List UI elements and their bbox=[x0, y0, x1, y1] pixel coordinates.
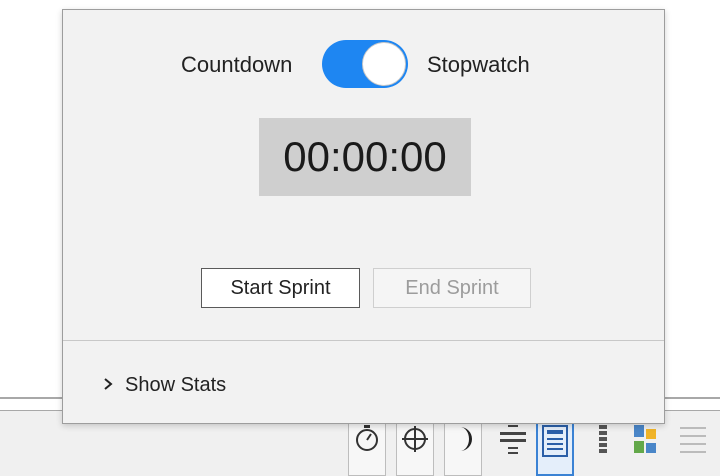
timer-display: 00:00:00 bbox=[259, 118, 471, 196]
countdown-label: Countdown bbox=[181, 52, 293, 77]
show-stats-label: Show Stats bbox=[125, 373, 227, 396]
section-divider bbox=[63, 340, 664, 341]
moon-icon[interactable] bbox=[444, 418, 482, 476]
page-layout-icon[interactable] bbox=[536, 418, 574, 476]
start-sprint-button[interactable]: Start Sprint bbox=[201, 268, 360, 308]
list-icon[interactable] bbox=[674, 418, 712, 476]
show-stats-toggle[interactable]: Show Stats bbox=[103, 370, 226, 400]
end-sprint-button[interactable]: End Sprint bbox=[373, 268, 531, 308]
stopwatch-label: Stopwatch bbox=[427, 52, 530, 77]
toggle-knob bbox=[362, 42, 406, 86]
shapes-icon[interactable] bbox=[626, 418, 664, 476]
stopwatch-icon[interactable] bbox=[348, 418, 386, 476]
chevron-right-icon bbox=[103, 374, 113, 397]
column-icon[interactable] bbox=[584, 418, 622, 476]
align-center-icon[interactable] bbox=[494, 418, 532, 476]
timer-mode-switch-row: Countdown Stopwatch bbox=[63, 40, 664, 90]
app-window: Countdown Stopwatch 00:00:00 Start Sprin… bbox=[0, 0, 720, 476]
timer-mode-toggle[interactable] bbox=[322, 40, 408, 88]
sprint-timer-popup: Countdown Stopwatch 00:00:00 Start Sprin… bbox=[62, 9, 665, 424]
target-icon[interactable] bbox=[396, 418, 434, 476]
